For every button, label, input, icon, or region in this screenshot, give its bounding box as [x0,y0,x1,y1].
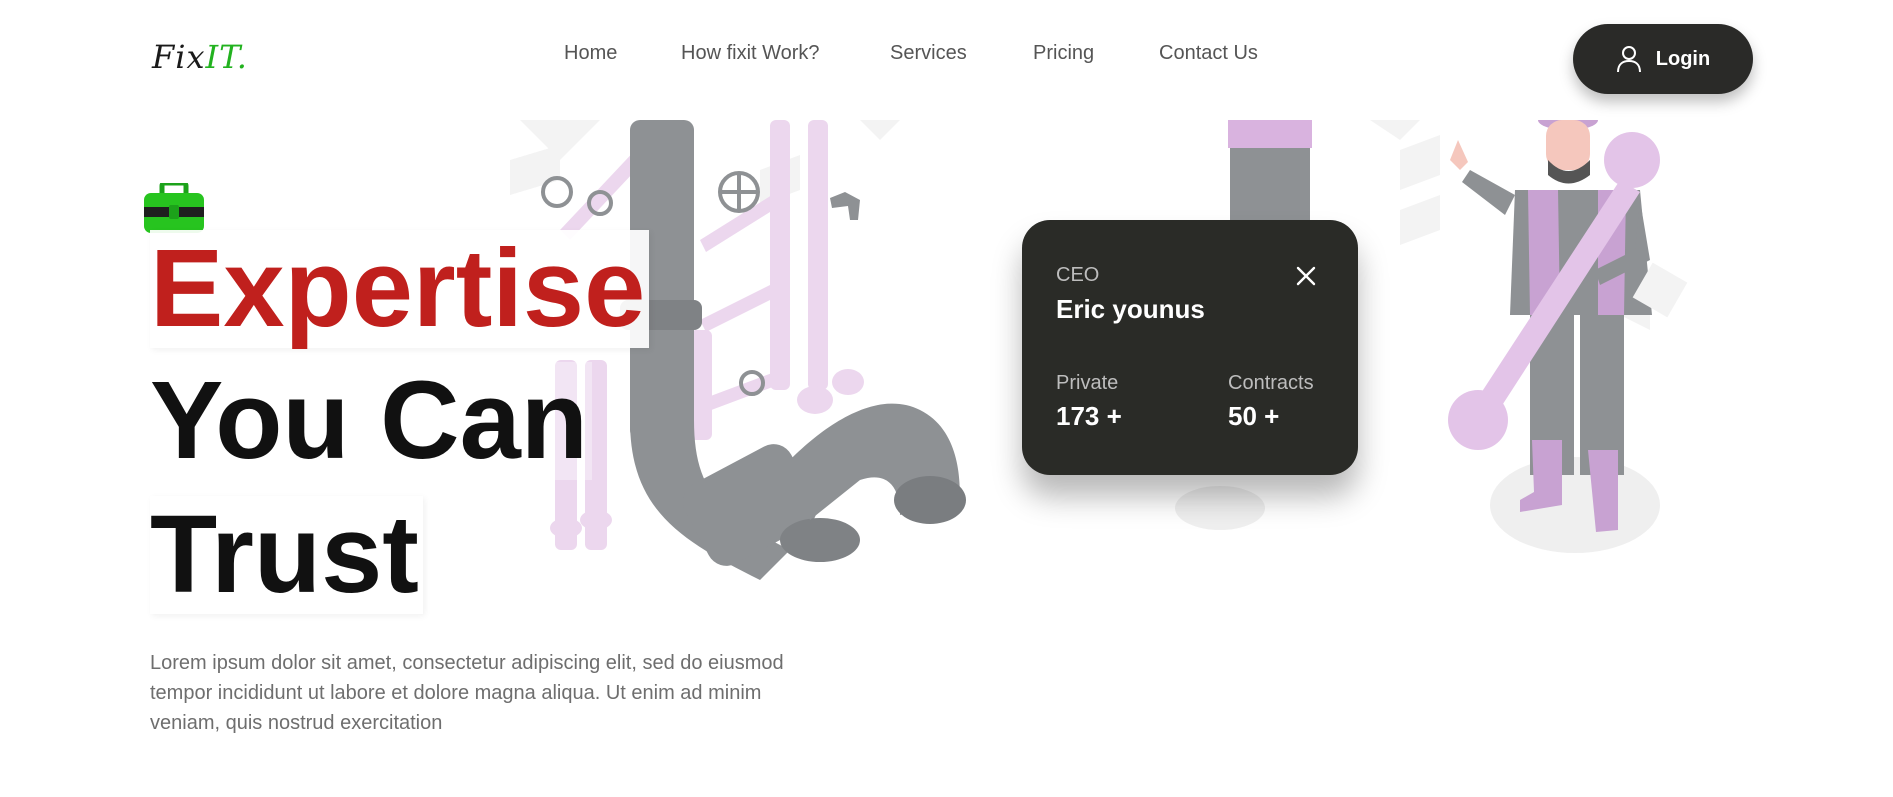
logo-text-main: Fix [152,38,206,76]
hero-description: Lorem ipsum dolor sit amet, consectetur … [150,652,784,734]
nav-item-contact-us[interactable]: Contact Us [1159,42,1258,65]
login-label: Login [1655,47,1711,70]
close-icon[interactable] [1292,262,1320,290]
stat-private: Private 173 + [1056,372,1122,432]
nav-item-how-it-works[interactable]: How fixit Work? [681,42,820,65]
nav-item-pricing[interactable]: Pricing [1033,42,1094,65]
ceo-card: CEO Eric younus Private 173 + Contracts … [1022,220,1358,475]
stat-contracts: Contracts 50 + [1228,372,1314,432]
login-button[interactable]: Login [1573,24,1753,94]
stat-value: 173 + [1056,401,1122,431]
stat-label: Private [1056,372,1119,394]
nav-item-home[interactable]: Home [564,42,617,65]
brand-logo[interactable]: FixIT. [152,38,248,76]
logo-text-accent: IT. [205,38,248,76]
nav-item-services[interactable]: Services [890,42,967,65]
ceo-name: Eric younus [1056,294,1205,324]
headline-line-3: Trust [150,496,423,614]
headline-line-1: Expertise [150,230,650,348]
user-icon [1616,46,1641,73]
stat-value: 50 + [1228,401,1280,431]
stat-label: Contracts [1228,372,1314,394]
headline-line-2: You Can [150,362,592,480]
ceo-role: CEO [1056,264,1100,286]
